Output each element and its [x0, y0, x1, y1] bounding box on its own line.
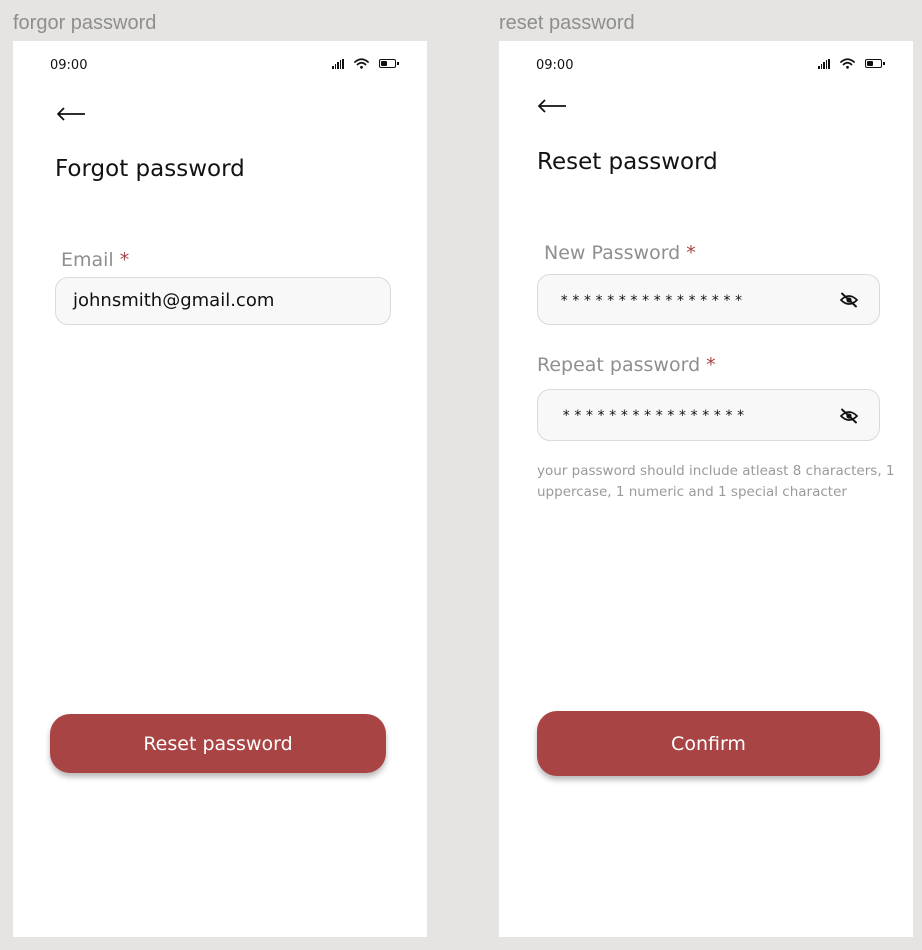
- frame-label-forgot: forgor password: [13, 12, 157, 34]
- cellular-signal-icon: [818, 58, 830, 69]
- email-value: johnsmith@gmail.com: [73, 290, 275, 311]
- arrow-left-icon[interactable]: [56, 107, 86, 121]
- repeat-password-label: Repeat password *: [537, 354, 716, 376]
- new-password-mask: ****************: [560, 293, 747, 309]
- arrow-left-icon[interactable]: [537, 99, 567, 113]
- required-mark: *: [686, 242, 696, 264]
- status-icons: [818, 58, 885, 69]
- wifi-icon: [840, 58, 855, 69]
- reset-password-screen: 09:00 Reset password New Password * ****…: [499, 41, 913, 937]
- eye-off-icon[interactable]: [839, 292, 859, 308]
- page-title: Reset password: [537, 149, 718, 175]
- new-password-label-text: New Password: [544, 242, 681, 264]
- email-label: Email *: [61, 249, 129, 271]
- email-label-text: Email: [61, 249, 114, 271]
- status-time: 09:00: [50, 58, 88, 73]
- repeat-password-mask: ****************: [562, 408, 749, 424]
- page-title: Forgot password: [55, 156, 245, 182]
- required-mark: *: [119, 249, 130, 271]
- eye-off-icon[interactable]: [839, 408, 859, 424]
- status-icons: [332, 58, 399, 69]
- password-hint: your password should include atleast 8 c…: [537, 463, 895, 500]
- battery-icon: [864, 59, 885, 68]
- status-time: 09:00: [536, 58, 574, 73]
- confirm-button[interactable]: Confirm: [537, 711, 880, 776]
- email-field[interactable]: johnsmith@gmail.com: [55, 277, 391, 325]
- required-mark: *: [706, 354, 716, 376]
- battery-icon: [378, 59, 399, 68]
- cellular-signal-icon: [332, 58, 344, 69]
- frame-label-reset: reset password: [499, 12, 635, 34]
- new-password-field[interactable]: ****************: [537, 274, 880, 325]
- forgot-password-screen: 09:00 Forgot password Email * johnsmith@…: [13, 41, 427, 937]
- new-password-label: New Password *: [544, 242, 696, 264]
- reset-password-button[interactable]: Reset password: [50, 714, 386, 773]
- repeat-password-label-text: Repeat password: [537, 354, 701, 376]
- wifi-icon: [354, 58, 369, 69]
- repeat-password-field[interactable]: ****************: [537, 389, 880, 441]
